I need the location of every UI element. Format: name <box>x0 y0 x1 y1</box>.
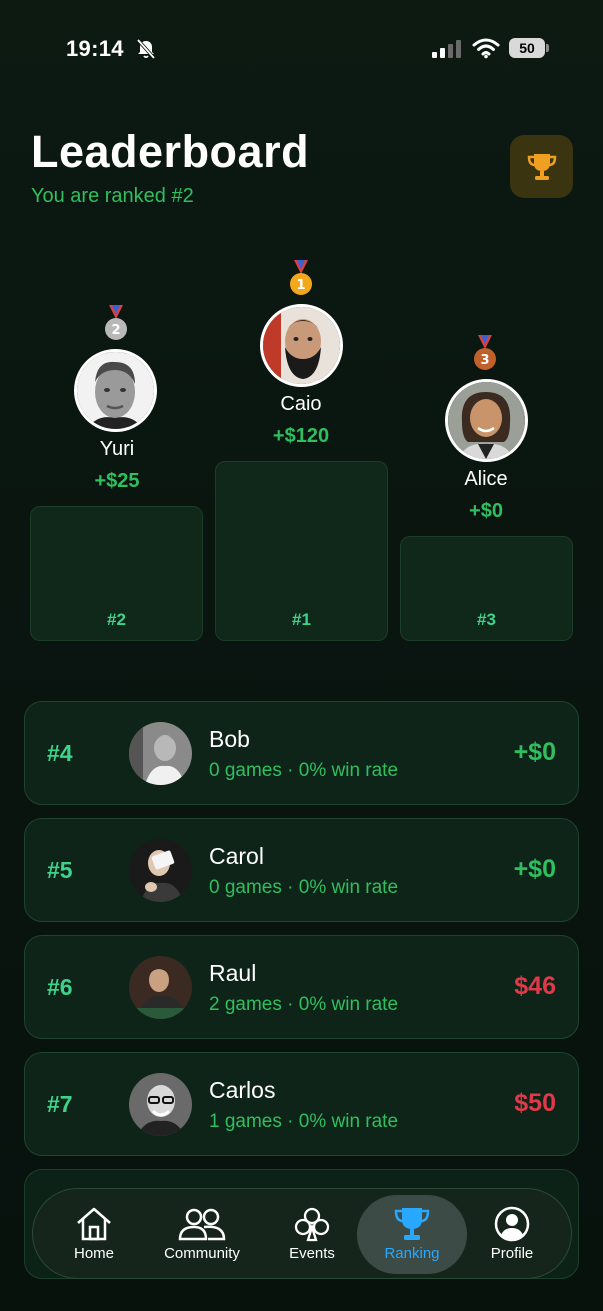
club-icon <box>294 1207 330 1242</box>
podium-block-first: #1 <box>215 461 388 641</box>
podium-name: Yuri <box>99 438 135 460</box>
podium-rank-label: #1 <box>292 610 311 629</box>
tab-label: Home <box>73 1245 114 1262</box>
podium-rank-label: #2 <box>107 610 126 629</box>
tab-ranking[interactable]: Ranking <box>357 1195 467 1274</box>
gold-medal-icon: 1 <box>290 260 312 295</box>
bell-muted-icon <box>136 38 156 60</box>
tab-label: Ranking <box>384 1245 440 1262</box>
svg-text:3: 3 <box>480 353 489 368</box>
tab-home[interactable]: Home <box>49 1195 139 1274</box>
player-name: Raul <box>209 960 257 986</box>
tab-profile[interactable]: Profile <box>467 1195 557 1274</box>
player-name: Bob <box>209 726 250 752</box>
rank-subtitle: You are ranked #2 <box>31 185 194 207</box>
cellular-signal-icon <box>432 40 461 58</box>
tab-community[interactable]: Community <box>147 1195 257 1274</box>
avatar <box>129 1073 192 1136</box>
player-stats: 2 games · 0% win rate <box>209 994 399 1015</box>
row-rank: #5 <box>47 857 73 883</box>
list-item[interactable]: #7 Carlos 1 games · 0% win rate $50 <box>24 1052 579 1156</box>
svg-text:2: 2 <box>111 323 120 338</box>
player-winnings: $46 <box>514 972 556 1000</box>
podium-rank-label: #3 <box>477 610 496 629</box>
list-item[interactable]: #5 Carol 0 games · 0% win rate +$0 <box>24 818 579 922</box>
player-stats: 1 games · 0% win rate <box>209 1111 399 1132</box>
player-name: Carol <box>209 843 264 869</box>
podium-name: Alice <box>464 468 508 490</box>
podium-amount: +$120 <box>272 425 330 447</box>
podium-amount: +$0 <box>469 500 503 522</box>
avatar <box>129 839 192 902</box>
avatar <box>260 304 343 387</box>
status-time: 19:14 <box>66 36 124 61</box>
podium-block-second: #2 <box>30 506 203 641</box>
tab-label: Events <box>289 1245 335 1262</box>
list-item[interactable]: #6 Raul 2 games · 0% win rate $46 <box>24 935 579 1039</box>
row-rank: #7 <box>47 1091 73 1117</box>
player-name: Carlos <box>209 1077 276 1103</box>
page-title: Leaderboard <box>31 126 310 177</box>
bronze-medal-icon: 3 <box>474 335 496 370</box>
wifi-icon <box>472 38 500 59</box>
avatar <box>129 956 192 1019</box>
list-item[interactable]: #4 Bob 0 games · 0% win rate +$0 <box>24 701 579 805</box>
battery-indicator: 50 <box>509 38 549 58</box>
tab-label: Profile <box>490 1245 534 1262</box>
row-rank: #4 <box>47 740 73 766</box>
status-bar: 19:14 50 <box>0 0 603 90</box>
home-icon <box>77 1207 111 1241</box>
row-rank: #6 <box>47 974 73 1000</box>
svg-text:1: 1 <box>296 278 305 293</box>
podium-block-third: #3 <box>400 536 573 641</box>
trophy-icon <box>527 153 556 180</box>
player-winnings: +$0 <box>513 855 556 883</box>
podium-name: Caio <box>280 393 322 415</box>
avatar <box>445 379 528 462</box>
tab-label: Community <box>164 1245 240 1262</box>
player-winnings: $50 <box>514 1089 556 1117</box>
tab-bar: Home Community Events Ranking Profile <box>32 1188 572 1279</box>
podium-amount: +$25 <box>94 470 140 492</box>
player-stats: 0 games · 0% win rate <box>209 877 399 898</box>
community-icon <box>178 1208 226 1241</box>
battery-level: 50 <box>509 38 545 58</box>
avatar <box>74 349 157 432</box>
trophy-button[interactable] <box>510 135 573 198</box>
avatar <box>129 722 192 785</box>
profile-icon <box>494 1206 530 1242</box>
trophy-icon <box>394 1208 430 1240</box>
tab-events[interactable]: Events <box>267 1195 357 1274</box>
player-stats: 0 games · 0% win rate <box>209 760 399 781</box>
silver-medal-icon: 2 <box>105 305 127 340</box>
player-winnings: +$0 <box>513 738 556 766</box>
